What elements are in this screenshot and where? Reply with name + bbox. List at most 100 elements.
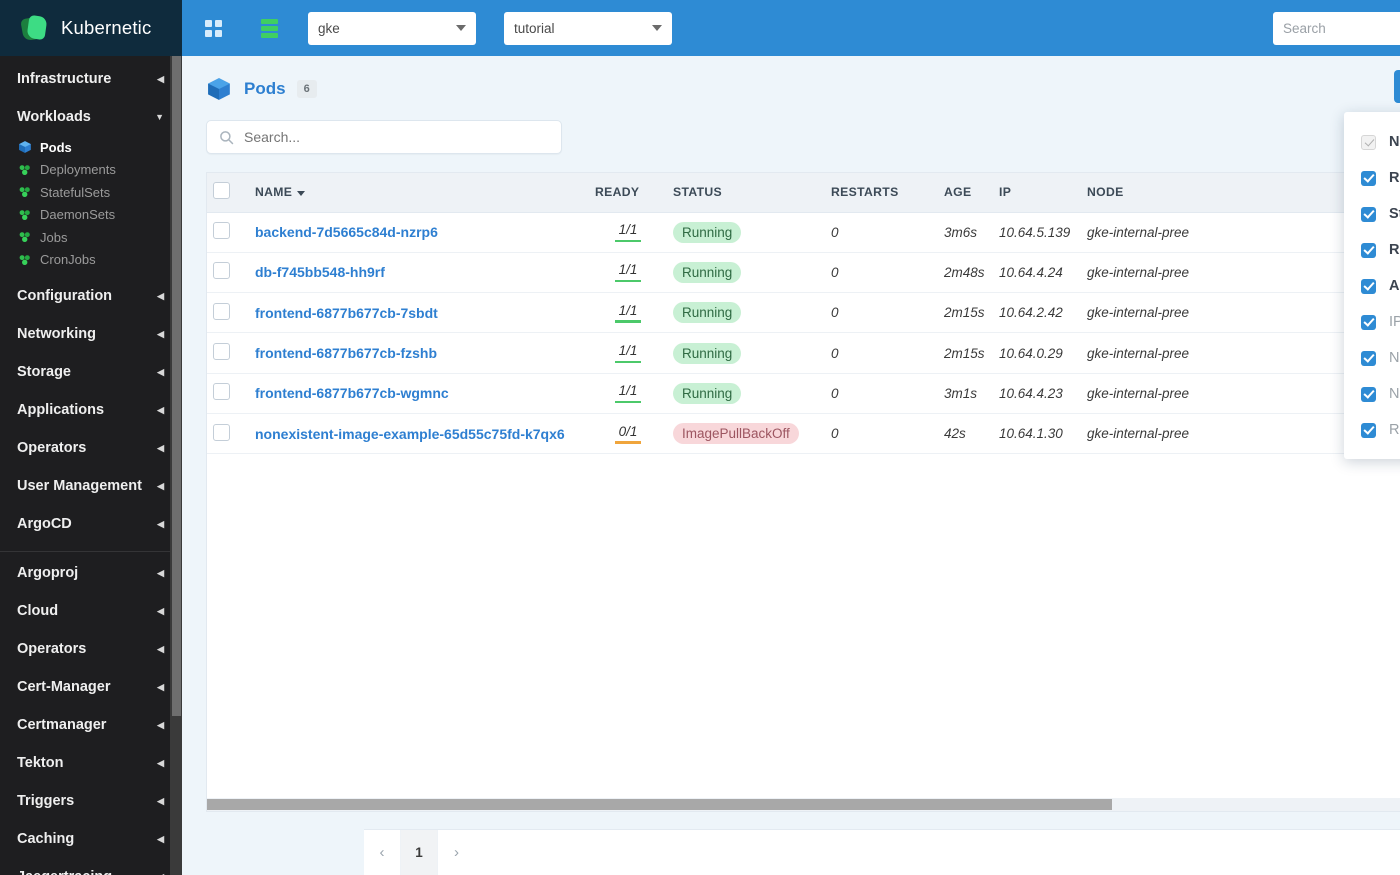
row-checkbox[interactable] — [213, 303, 230, 320]
checkbox-icon[interactable] — [1361, 171, 1376, 186]
sidebar-group-networking[interactable]: Networking◀ — [0, 315, 182, 353]
table-horizontal-scrollbar-track[interactable] — [207, 798, 1400, 811]
sidebar-group-storage[interactable]: Storage◀ — [0, 353, 182, 391]
checkbox-icon[interactable] — [1361, 423, 1376, 438]
checkbox-icon[interactable] — [1361, 351, 1376, 366]
table-row[interactable]: nonexistent-image-example-65d55c75fd-k7q… — [207, 413, 1400, 453]
chevron-left-icon: ◀ — [157, 443, 164, 454]
cluster-select[interactable]: gke — [308, 12, 476, 45]
sidebar-item-daemonsets[interactable]: DaemonSets — [0, 204, 182, 227]
sidebar-group-label: Cloud — [17, 603, 58, 619]
pod-name-link[interactable]: db-f745bb548-hh9rf — [255, 264, 385, 280]
pagination-page-1[interactable]: 1 — [401, 830, 438, 875]
column-header-status[interactable]: STATUS — [667, 173, 825, 212]
pod-name-link[interactable]: frontend-6877b677cb-7sbdt — [255, 305, 438, 321]
chevron-left-icon: ◀ — [157, 405, 164, 416]
cell-ready: 1/1 — [589, 252, 667, 292]
pod-name-link[interactable]: nonexistent-image-example-65d55c75fd-k7q… — [255, 426, 565, 442]
checkbox-icon[interactable] — [1361, 243, 1376, 258]
sidebar-crd-group-tekton[interactable]: Tekton◀ — [0, 744, 182, 782]
pod-name-link[interactable]: frontend-6877b677cb-wgmnc — [255, 385, 449, 401]
page-header: Pods 6 — [182, 56, 1400, 102]
pod-name-link[interactable]: backend-7d5665c84d-nzrp6 — [255, 224, 438, 240]
table-row[interactable]: frontend-6877b677cb-7sbdt1/1Running02m15… — [207, 293, 1400, 333]
sidebar-group-argocd[interactable]: ArgoCD◀ — [0, 505, 182, 543]
sidebar-crd-group-certmanager[interactable]: Certmanager◀ — [0, 706, 182, 744]
row-checkbox[interactable] — [213, 383, 230, 400]
column-header-restarts[interactable]: RESTARTS — [825, 173, 938, 212]
header-search-input[interactable]: Search — [1273, 12, 1400, 45]
display-option-restarts[interactable]: Restarts — [1344, 232, 1400, 268]
sidebar-group-configuration[interactable]: Configuration◀ — [0, 277, 182, 315]
sidebar-group-operators[interactable]: Operators◀ — [0, 429, 182, 467]
display-option-label: Restarts — [1389, 242, 1400, 258]
search-box[interactable] — [206, 120, 562, 154]
sidebar-item-deployments[interactable]: Deployments — [0, 159, 182, 182]
sidebar-group-label: Workloads — [17, 109, 91, 125]
column-header-age[interactable]: AGE — [938, 173, 993, 212]
display-option-nominated-node[interactable]: Nominated Node — [1344, 376, 1400, 412]
display-option-readiness-gates[interactable]: Readiness Gates — [1344, 412, 1400, 448]
brand-logo[interactable]: Kubernetic — [0, 0, 182, 56]
row-checkbox[interactable] — [213, 222, 230, 239]
pagination-prev-button[interactable]: ‹ — [364, 830, 401, 875]
table-row[interactable]: db-f745bb548-hh9rf1/1Running02m48s10.64.… — [207, 252, 1400, 292]
checkbox-icon[interactable] — [1361, 279, 1376, 294]
sidebar-crd-group-caching[interactable]: Caching◀ — [0, 820, 182, 858]
display-option-label: Name — [1389, 134, 1400, 150]
sidebar-group-applications[interactable]: Applications◀ — [0, 391, 182, 429]
sidebar-group-label: Infrastructure — [17, 71, 111, 87]
sidebar-item-statefulsets[interactable]: StatefulSets — [0, 181, 182, 204]
sidebar-group-label: Triggers — [17, 793, 74, 809]
table-row[interactable]: frontend-6877b677cb-wgmnc1/1Running03m1s… — [207, 373, 1400, 413]
select-all-checkbox[interactable] — [213, 182, 230, 199]
display-option-name[interactable]: Name — [1344, 124, 1400, 160]
sidebar-crd-group-operators[interactable]: Operators◀ — [0, 630, 182, 668]
deployment-icon — [18, 230, 32, 244]
checkbox-icon[interactable] — [1361, 135, 1376, 150]
display-option-age[interactable]: Age — [1344, 268, 1400, 304]
pod-name-link[interactable]: frontend-6877b677cb-fzshb — [255, 345, 437, 361]
table-row[interactable]: backend-7d5665c84d-nzrp61/1Running03m6s1… — [207, 212, 1400, 252]
namespace-select[interactable]: tutorial — [504, 12, 672, 45]
sidebar-crd-group-argoproj[interactable]: Argoproj◀ — [0, 554, 182, 592]
sidebar-crd-group-jaegertracing[interactable]: Jaegertracing◀ — [0, 858, 182, 875]
checkbox-icon[interactable] — [1361, 207, 1376, 222]
grid-apps-icon[interactable] — [196, 11, 230, 45]
chevron-left-icon: ◀ — [157, 720, 164, 731]
sidebar-group-infrastructure[interactable]: Infrastructure◀ — [0, 60, 182, 98]
cell-age: 3m1s — [938, 373, 993, 413]
sidebar-group-user-management[interactable]: User Management◀ — [0, 467, 182, 505]
row-checkbox[interactable] — [213, 262, 230, 279]
sidebar-group-workloads[interactable]: Workloads▼ — [0, 98, 182, 136]
table-row[interactable]: frontend-6877b677cb-fzshb1/1Running02m15… — [207, 333, 1400, 373]
pagination-next-button[interactable]: › — [438, 830, 475, 875]
checkbox-icon[interactable] — [1361, 315, 1376, 330]
display-option-node[interactable]: Node — [1344, 340, 1400, 376]
display-dropdown-panel: Name ReadyStatus Restarts AgeIPNodeNominate… — [1344, 112, 1400, 459]
server-stack-icon[interactable] — [252, 11, 286, 45]
sidebar-item-pods[interactable]: Pods — [0, 136, 182, 159]
sidebar-crd-group-cloud[interactable]: Cloud◀ — [0, 592, 182, 630]
column-header-name[interactable]: NAME — [249, 173, 589, 212]
column-header-ip[interactable]: IP — [993, 173, 1081, 212]
row-checkbox[interactable] — [213, 424, 230, 441]
sidebar-crd-group-triggers[interactable]: Triggers◀ — [0, 782, 182, 820]
sidebar-scrollbar-thumb[interactable] — [172, 56, 181, 716]
sidebar-crd-group-cert-manager[interactable]: Cert-Manager◀ — [0, 668, 182, 706]
table-horizontal-scrollbar-thumb[interactable] — [207, 799, 1112, 810]
sidebar-item-jobs[interactable]: Jobs — [0, 226, 182, 249]
display-option-status[interactable]: Status — [1344, 196, 1400, 232]
sidebar-item-label: CronJobs — [40, 252, 96, 267]
sidebar-item-cronjobs[interactable]: CronJobs — [0, 249, 182, 272]
display-option-ip[interactable]: IP — [1344, 304, 1400, 340]
caret-down-icon — [297, 191, 305, 196]
row-checkbox[interactable] — [213, 343, 230, 360]
sidebar-scrollbar-track[interactable] — [170, 56, 182, 875]
cell-status: Running — [667, 333, 825, 373]
display-option-ready[interactable]: Ready — [1344, 160, 1400, 196]
search-input[interactable] — [244, 129, 534, 145]
checkbox-icon[interactable] — [1361, 387, 1376, 402]
create-button[interactable]: + Create — [1394, 70, 1400, 103]
column-header-ready[interactable]: READY — [589, 173, 667, 212]
